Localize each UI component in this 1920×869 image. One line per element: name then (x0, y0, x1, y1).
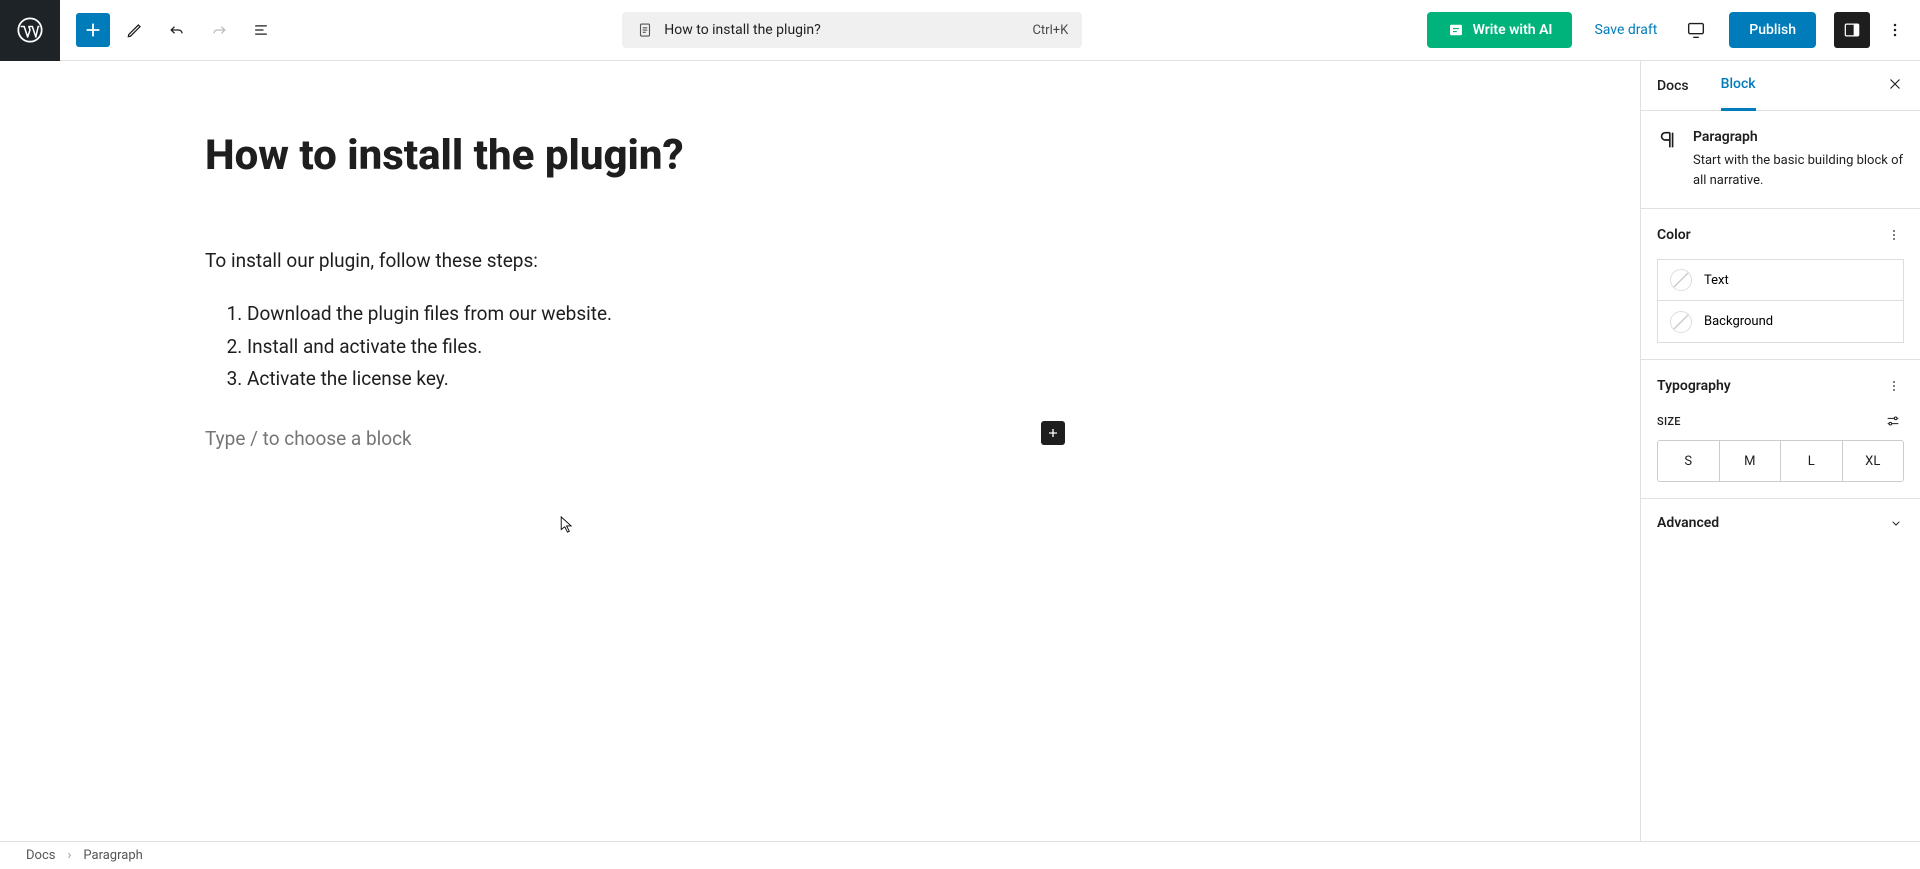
block-appender-input[interactable] (205, 427, 1065, 450)
plus-icon (1045, 425, 1061, 441)
wp-logo[interactable] (0, 0, 60, 61)
size-l-button[interactable]: L (1781, 441, 1843, 481)
block-description-text: Start with the basic building block of a… (1693, 151, 1904, 190)
breadcrumb: Docs › Paragraph (0, 841, 1920, 869)
chevron-right-icon: › (67, 848, 71, 863)
size-m-button[interactable]: M (1720, 441, 1782, 481)
size-s-button[interactable]: S (1658, 441, 1720, 481)
publish-button[interactable]: Publish (1729, 12, 1816, 48)
typography-heading: Typography (1657, 378, 1731, 394)
shortcut-hint: Ctrl+K (1032, 23, 1068, 38)
top-toolbar: How to install the plugin? Ctrl+K Write … (0, 0, 1920, 61)
no-color-swatch (1670, 269, 1692, 291)
steps-list[interactable]: Download the plugin files from our websi… (205, 298, 1065, 395)
size-button-group: S M L XL (1657, 440, 1904, 482)
tools-button[interactable] (118, 13, 152, 47)
size-label: SIZE (1657, 415, 1681, 428)
breadcrumb-current[interactable]: Paragraph (83, 848, 142, 863)
preview-button[interactable] (1679, 13, 1713, 47)
intro-paragraph[interactable]: To install our plugin, follow these step… (205, 246, 1065, 276)
close-icon (1886, 75, 1904, 93)
post-title[interactable]: How to install the plugin? (205, 131, 1065, 180)
save-draft-button[interactable]: Save draft (1580, 22, 1671, 38)
list-item[interactable]: Install and activate the files. (247, 331, 1065, 363)
none-icon (1670, 311, 1692, 333)
wordpress-icon (16, 16, 44, 44)
main-area: How to install the plugin? To install ou… (0, 61, 1920, 841)
typography-options-button[interactable] (1884, 376, 1904, 396)
text-color-control[interactable]: Text (1657, 259, 1904, 301)
custom-size-toggle[interactable] (1882, 410, 1904, 432)
color-options-button[interactable] (1884, 225, 1904, 245)
list-item[interactable]: Activate the license key. (247, 363, 1065, 395)
undo-button[interactable] (160, 13, 194, 47)
color-section: Color Text Background (1641, 209, 1920, 360)
inline-inserter-button[interactable] (1041, 421, 1065, 445)
none-icon (1670, 269, 1692, 291)
advanced-heading: Advanced (1657, 515, 1719, 531)
list-item[interactable]: Download the plugin files from our websi… (247, 298, 1065, 330)
list-view-icon (251, 20, 271, 40)
no-color-swatch (1670, 311, 1692, 333)
more-vert-icon (1886, 378, 1902, 394)
close-sidebar-button[interactable] (1880, 69, 1910, 103)
tab-block[interactable]: Block (1721, 60, 1756, 111)
color-label: Text (1704, 273, 1729, 288)
typography-section: Typography SIZE S M L XL (1641, 360, 1920, 499)
background-color-control[interactable]: Background (1657, 301, 1904, 343)
more-vert-icon (1885, 20, 1905, 40)
more-vert-icon (1886, 227, 1902, 243)
plus-icon (82, 19, 104, 41)
chevron-down-icon (1888, 515, 1904, 531)
redo-button[interactable] (202, 13, 236, 47)
undo-icon (167, 20, 187, 40)
write-with-ai-label: Write with AI (1473, 22, 1553, 38)
sidebar-tabs: Docs Block (1641, 61, 1920, 111)
advanced-section-toggle[interactable]: Advanced (1641, 499, 1920, 547)
color-heading: Color (1657, 227, 1691, 243)
add-block-button[interactable] (76, 13, 110, 47)
pencil-icon (125, 20, 145, 40)
block-name: Paragraph (1693, 129, 1904, 145)
breadcrumb-root[interactable]: Docs (26, 848, 55, 863)
redo-icon (209, 20, 229, 40)
more-options-button[interactable] (1878, 13, 1912, 47)
document-overview-button[interactable] (244, 13, 278, 47)
desktop-icon (1685, 19, 1707, 41)
block-description: Paragraph Start with the basic building … (1641, 111, 1920, 209)
page-icon (636, 21, 654, 39)
empty-paragraph-block[interactable] (205, 427, 1065, 450)
sidebar-icon (1842, 20, 1862, 40)
settings-sidebar: Docs Block Paragraph Start with the basi… (1640, 61, 1920, 841)
tab-docs[interactable]: Docs (1657, 62, 1689, 110)
paragraph-icon (1657, 129, 1679, 151)
ai-icon (1447, 21, 1465, 39)
settings-sidebar-toggle[interactable] (1834, 12, 1870, 48)
document-bar-title: How to install the plugin? (664, 22, 821, 38)
sliders-icon (1885, 413, 1901, 429)
write-with-ai-button[interactable]: Write with AI (1427, 12, 1573, 48)
document-bar[interactable]: How to install the plugin? Ctrl+K (622, 12, 1082, 48)
color-label: Background (1704, 314, 1773, 329)
editor-canvas[interactable]: How to install the plugin? To install ou… (0, 61, 1640, 841)
size-xl-button[interactable]: XL (1843, 441, 1904, 481)
